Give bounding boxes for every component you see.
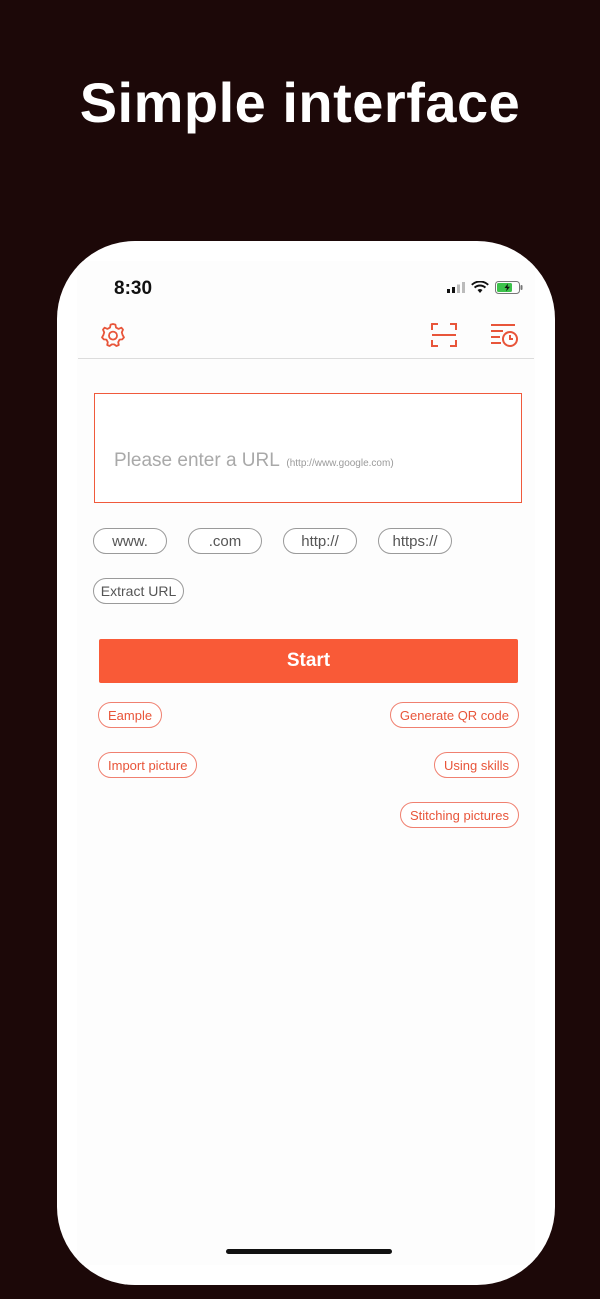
chip-https[interactable]: https:// bbox=[378, 528, 452, 554]
home-indicator bbox=[226, 1249, 392, 1254]
scan-button[interactable] bbox=[430, 321, 458, 354]
start-button[interactable]: Start bbox=[99, 639, 518, 683]
stitching-pictures-button[interactable]: Stitching pictures bbox=[400, 802, 519, 828]
status-icons bbox=[447, 281, 523, 294]
example-button[interactable]: Eample bbox=[98, 702, 163, 728]
headline: Simple interface bbox=[79, 71, 521, 134]
phone-frame: 8:30 Please enter a URL (http://www.goog… bbox=[57, 241, 555, 1285]
battery-icon bbox=[495, 281, 523, 294]
extract-url-button[interactable]: Extract URL bbox=[93, 578, 184, 604]
scan-icon bbox=[431, 323, 457, 347]
history-icon bbox=[491, 324, 518, 347]
url-placeholder-text: Please enter a URL bbox=[114, 450, 280, 471]
using-skills-button[interactable]: Using skills bbox=[433, 752, 519, 778]
url-placeholder: Please enter a URL (http://www.google.co… bbox=[114, 450, 394, 472]
history-button[interactable] bbox=[489, 321, 519, 354]
chip-http[interactable]: http:// bbox=[283, 528, 357, 554]
import-picture-button[interactable]: Import picture bbox=[98, 752, 198, 778]
url-input[interactable]: Please enter a URL (http://www.google.co… bbox=[94, 393, 522, 503]
settings-button[interactable] bbox=[99, 321, 127, 354]
url-hint: (http://www.google.com) bbox=[286, 458, 394, 469]
gear-icon bbox=[101, 323, 125, 347]
generate-qr-button[interactable]: Generate QR code bbox=[389, 702, 519, 728]
signal-icon bbox=[447, 282, 465, 293]
toolbar-divider bbox=[78, 358, 534, 359]
chip-com[interactable]: .com bbox=[188, 528, 262, 554]
status-time: 8:30 bbox=[114, 278, 153, 299]
wifi-icon bbox=[471, 281, 489, 293]
chip-www[interactable]: www. bbox=[93, 528, 167, 554]
